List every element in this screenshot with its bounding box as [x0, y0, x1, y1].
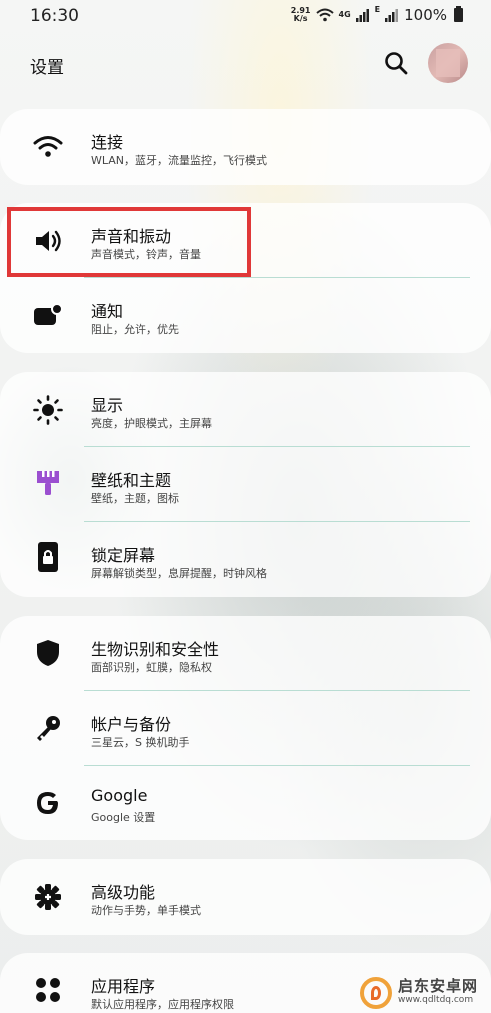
shield-icon: [33, 638, 63, 668]
highlight-box: [7, 207, 251, 277]
settings-item-advanced[interactable]: 高级功能 动作与手势，单手模式: [0, 859, 491, 934]
settings-item-biometrics[interactable]: 生物识别和安全性 面部识别，虹膜，隐私权: [0, 616, 491, 691]
card-advanced: 高级功能 动作与手势，单手模式: [0, 859, 491, 935]
settings-item-subtitle: Google 设置: [91, 811, 156, 824]
settings-item-title: 显示: [91, 396, 124, 415]
settings-item-subtitle: 三星云，S 换机助手: [91, 736, 190, 749]
settings-item-display[interactable]: 显示 亮度，护眼模式，主屏幕: [0, 372, 491, 447]
signal-icon-2: [385, 9, 399, 22]
settings-item-title: Google: [91, 786, 148, 805]
settings-item-subtitle: 屏幕解锁类型，息屏提醒，时钟风格: [91, 567, 267, 580]
settings-item-subtitle: WLAN，蓝牙，流量监控，飞行模式: [91, 154, 268, 167]
settings-item-subtitle: 动作与手势，单手模式: [91, 904, 201, 917]
settings-item-subtitle: 面部识别，虹膜，隐私权: [91, 661, 212, 674]
search-icon[interactable]: [383, 50, 409, 76]
battery-percent: 100%: [404, 6, 447, 24]
settings-item-subtitle: 亮度，护眼模式，主屏幕: [91, 417, 212, 430]
settings-item-title: 锁定屏幕: [91, 546, 156, 565]
settings-item-title: 通知: [91, 302, 124, 321]
settings-item-title: 壁纸和主题: [91, 471, 172, 490]
watermark-logo-icon: [360, 976, 392, 1009]
network-speed-unit: K/s: [293, 14, 308, 23]
lock-screen-icon: [33, 542, 63, 572]
key-icon: [33, 713, 63, 743]
settings-screen: 16:30 2.91 K/s 4G E 100% 设置 连接 WLAN，蓝牙，流…: [0, 0, 491, 1013]
settings-item-lockscreen[interactable]: 锁定屏幕 屏幕解锁类型，息屏提醒，时钟风格: [0, 522, 491, 597]
settings-item-title: 高级功能: [91, 883, 156, 902]
watermark-title: 启东安卓网: [398, 976, 479, 995]
page-title: 设置: [30, 58, 64, 78]
watermark-text: 启东安卓网 www.qdltdq.com: [398, 976, 479, 1007]
wifi-icon: [33, 132, 63, 162]
network-type-e: E: [374, 5, 381, 14]
notification-icon: [33, 300, 63, 330]
settings-item-title: 连接: [91, 133, 124, 152]
settings-item-wallpaper[interactable]: 壁纸和主题 壁纸，主题，图标: [0, 447, 491, 522]
wifi-status-icon: [315, 8, 334, 22]
avatar[interactable]: [428, 43, 468, 83]
signal-icon: [355, 9, 369, 22]
network-speed: 2.91 K/s: [291, 7, 311, 23]
brightness-icon: [33, 395, 63, 425]
status-icons: 2.91 K/s 4G E 100%: [291, 5, 463, 25]
settings-item-title: 生物识别和安全性: [91, 640, 220, 659]
header: 设置: [0, 40, 491, 88]
status-bar: 16:30 2.91 K/s 4G E 100%: [0, 0, 491, 30]
status-time: 16:30: [30, 6, 79, 26]
network-type-4g: 4G: [338, 10, 351, 19]
watermark-url: www.qdltdq.com: [398, 994, 474, 1005]
apps-grid-icon: [33, 975, 63, 1005]
settings-item-title: 帐户与备份: [91, 715, 172, 734]
battery-icon: [454, 6, 463, 22]
settings-item-subtitle: 阻止，允许，优先: [91, 323, 179, 336]
settings-item-notifications[interactable]: 通知 阻止，允许，优先: [0, 278, 491, 353]
card-connections: 连接 WLAN，蓝牙，流量监控，飞行模式: [0, 109, 491, 185]
network-type: 4G: [339, 11, 351, 19]
watermark: 启东安卓网 www.qdltdq.com: [360, 972, 491, 1013]
settings-item-accounts[interactable]: 帐户与备份 三星云，S 换机助手: [0, 691, 491, 766]
card-display: 显示 亮度，护眼模式，主屏幕 壁纸和主题 壁纸，主题，图标 锁定屏幕 屏幕解锁类…: [0, 372, 491, 597]
card-security: 生物识别和安全性 面部识别，虹膜，隐私权 帐户与备份 三星云，S 换机助手 Go…: [0, 616, 491, 840]
settings-item-google[interactable]: Google Google 设置: [0, 766, 491, 841]
settings-item-subtitle: 默认应用程序，应用程序权限: [91, 998, 234, 1011]
paint-brush-icon: [33, 468, 63, 498]
settings-item-subtitle: 壁纸，主题，图标: [91, 492, 179, 505]
settings-item-title: 应用程序: [91, 977, 156, 996]
google-icon: [33, 788, 63, 818]
puzzle-gear-icon: [33, 882, 63, 912]
settings-item-connections[interactable]: 连接 WLAN，蓝牙，流量监控，飞行模式: [0, 109, 491, 184]
